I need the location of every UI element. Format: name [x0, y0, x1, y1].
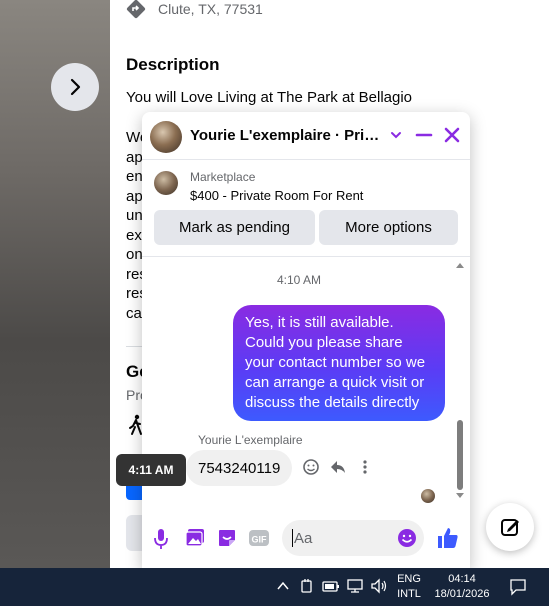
seen-indicator-avatar	[421, 489, 435, 503]
chat-scrollbar[interactable]	[454, 262, 466, 502]
message-time-tooltip: 4:11 AM	[116, 454, 186, 486]
chat-header[interactable]: Yourie L'exemplaire · Priva...	[142, 112, 470, 160]
directions-icon	[126, 0, 146, 19]
clock-time: 04:14	[448, 573, 476, 585]
incoming-message[interactable]: 7543240119	[186, 450, 293, 486]
minimize-icon[interactable]	[415, 126, 433, 144]
avatar[interactable]	[150, 121, 182, 153]
divider	[142, 256, 470, 257]
scrollbar-thumb[interactable]	[457, 420, 463, 490]
close-icon[interactable]	[443, 126, 461, 144]
compose-icon	[501, 519, 519, 536]
message-composer: GIF Aa	[142, 516, 470, 562]
mark-as-pending-button[interactable]: Mark as pending	[154, 210, 315, 245]
svg-text:GIF: GIF	[252, 535, 268, 545]
battery-icon[interactable]	[322, 578, 340, 594]
chevron-up-icon[interactable]	[276, 578, 290, 594]
system-clock[interactable]: 04:14 18/01/2026	[432, 572, 492, 602]
clock-date: 18/01/2026	[434, 588, 490, 600]
microphone-icon[interactable]	[154, 528, 168, 550]
message-input-placeholder: Aa	[294, 530, 313, 547]
next-photo-button[interactable]	[51, 63, 99, 111]
taskbar: ENG INTL 04:14 18/01/2026	[0, 568, 549, 606]
text-caret	[292, 529, 293, 547]
usb-device-icon[interactable]	[299, 578, 315, 594]
notification-icon[interactable]	[509, 578, 527, 596]
new-message-button[interactable]	[486, 503, 534, 551]
chat-window: Yourie L'exemplaire · Priva... Marketpla…	[116, 112, 470, 568]
sender-name: Yourie L'exemplaire	[198, 433, 303, 447]
scroll-down-arrow-icon[interactable]	[456, 493, 464, 499]
reply-icon[interactable]	[329, 458, 347, 476]
network-icon[interactable]	[346, 578, 364, 594]
outgoing-message[interactable]: Yes, it is still available. Could you pl…	[233, 305, 445, 421]
emoji-icon[interactable]	[397, 528, 417, 548]
chevron-right-icon	[70, 78, 81, 96]
volume-icon[interactable]	[370, 578, 388, 594]
description-first-line: You will Love Living at The Park at Bell…	[126, 89, 413, 106]
message-input[interactable]: Aa	[282, 520, 424, 556]
thumbs-up-icon[interactable]	[436, 526, 460, 550]
description-heading: Description	[126, 55, 220, 74]
marketplace-label: Marketplace	[190, 170, 256, 184]
marketplace-item-title[interactable]: $400 - Private Room For Rent	[190, 188, 363, 203]
location-row: Clute, TX, 77531	[126, 0, 263, 19]
photo-icon[interactable]	[185, 528, 205, 548]
react-emoji-icon[interactable]	[302, 458, 320, 476]
sticker-icon[interactable]	[217, 528, 237, 548]
message-timestamp: 4:10 AM	[276, 273, 322, 287]
location-text: Clute, TX, 77531	[158, 1, 263, 17]
more-vertical-icon[interactable]	[356, 458, 374, 476]
chevron-down-icon[interactable]	[389, 128, 403, 142]
language-code: ENG	[397, 573, 421, 585]
marketplace-item-thumbnail[interactable]	[154, 171, 178, 195]
keyboard-layout: INTL	[397, 588, 421, 600]
page-background	[468, 0, 549, 568]
chat-title[interactable]: Yourie L'exemplaire · Priva...	[190, 127, 386, 144]
scroll-up-arrow-icon[interactable]	[456, 262, 464, 268]
more-options-button[interactable]: More options	[319, 210, 458, 245]
language-indicator[interactable]: ENG INTL	[396, 572, 422, 602]
gif-icon[interactable]: GIF	[248, 528, 270, 548]
